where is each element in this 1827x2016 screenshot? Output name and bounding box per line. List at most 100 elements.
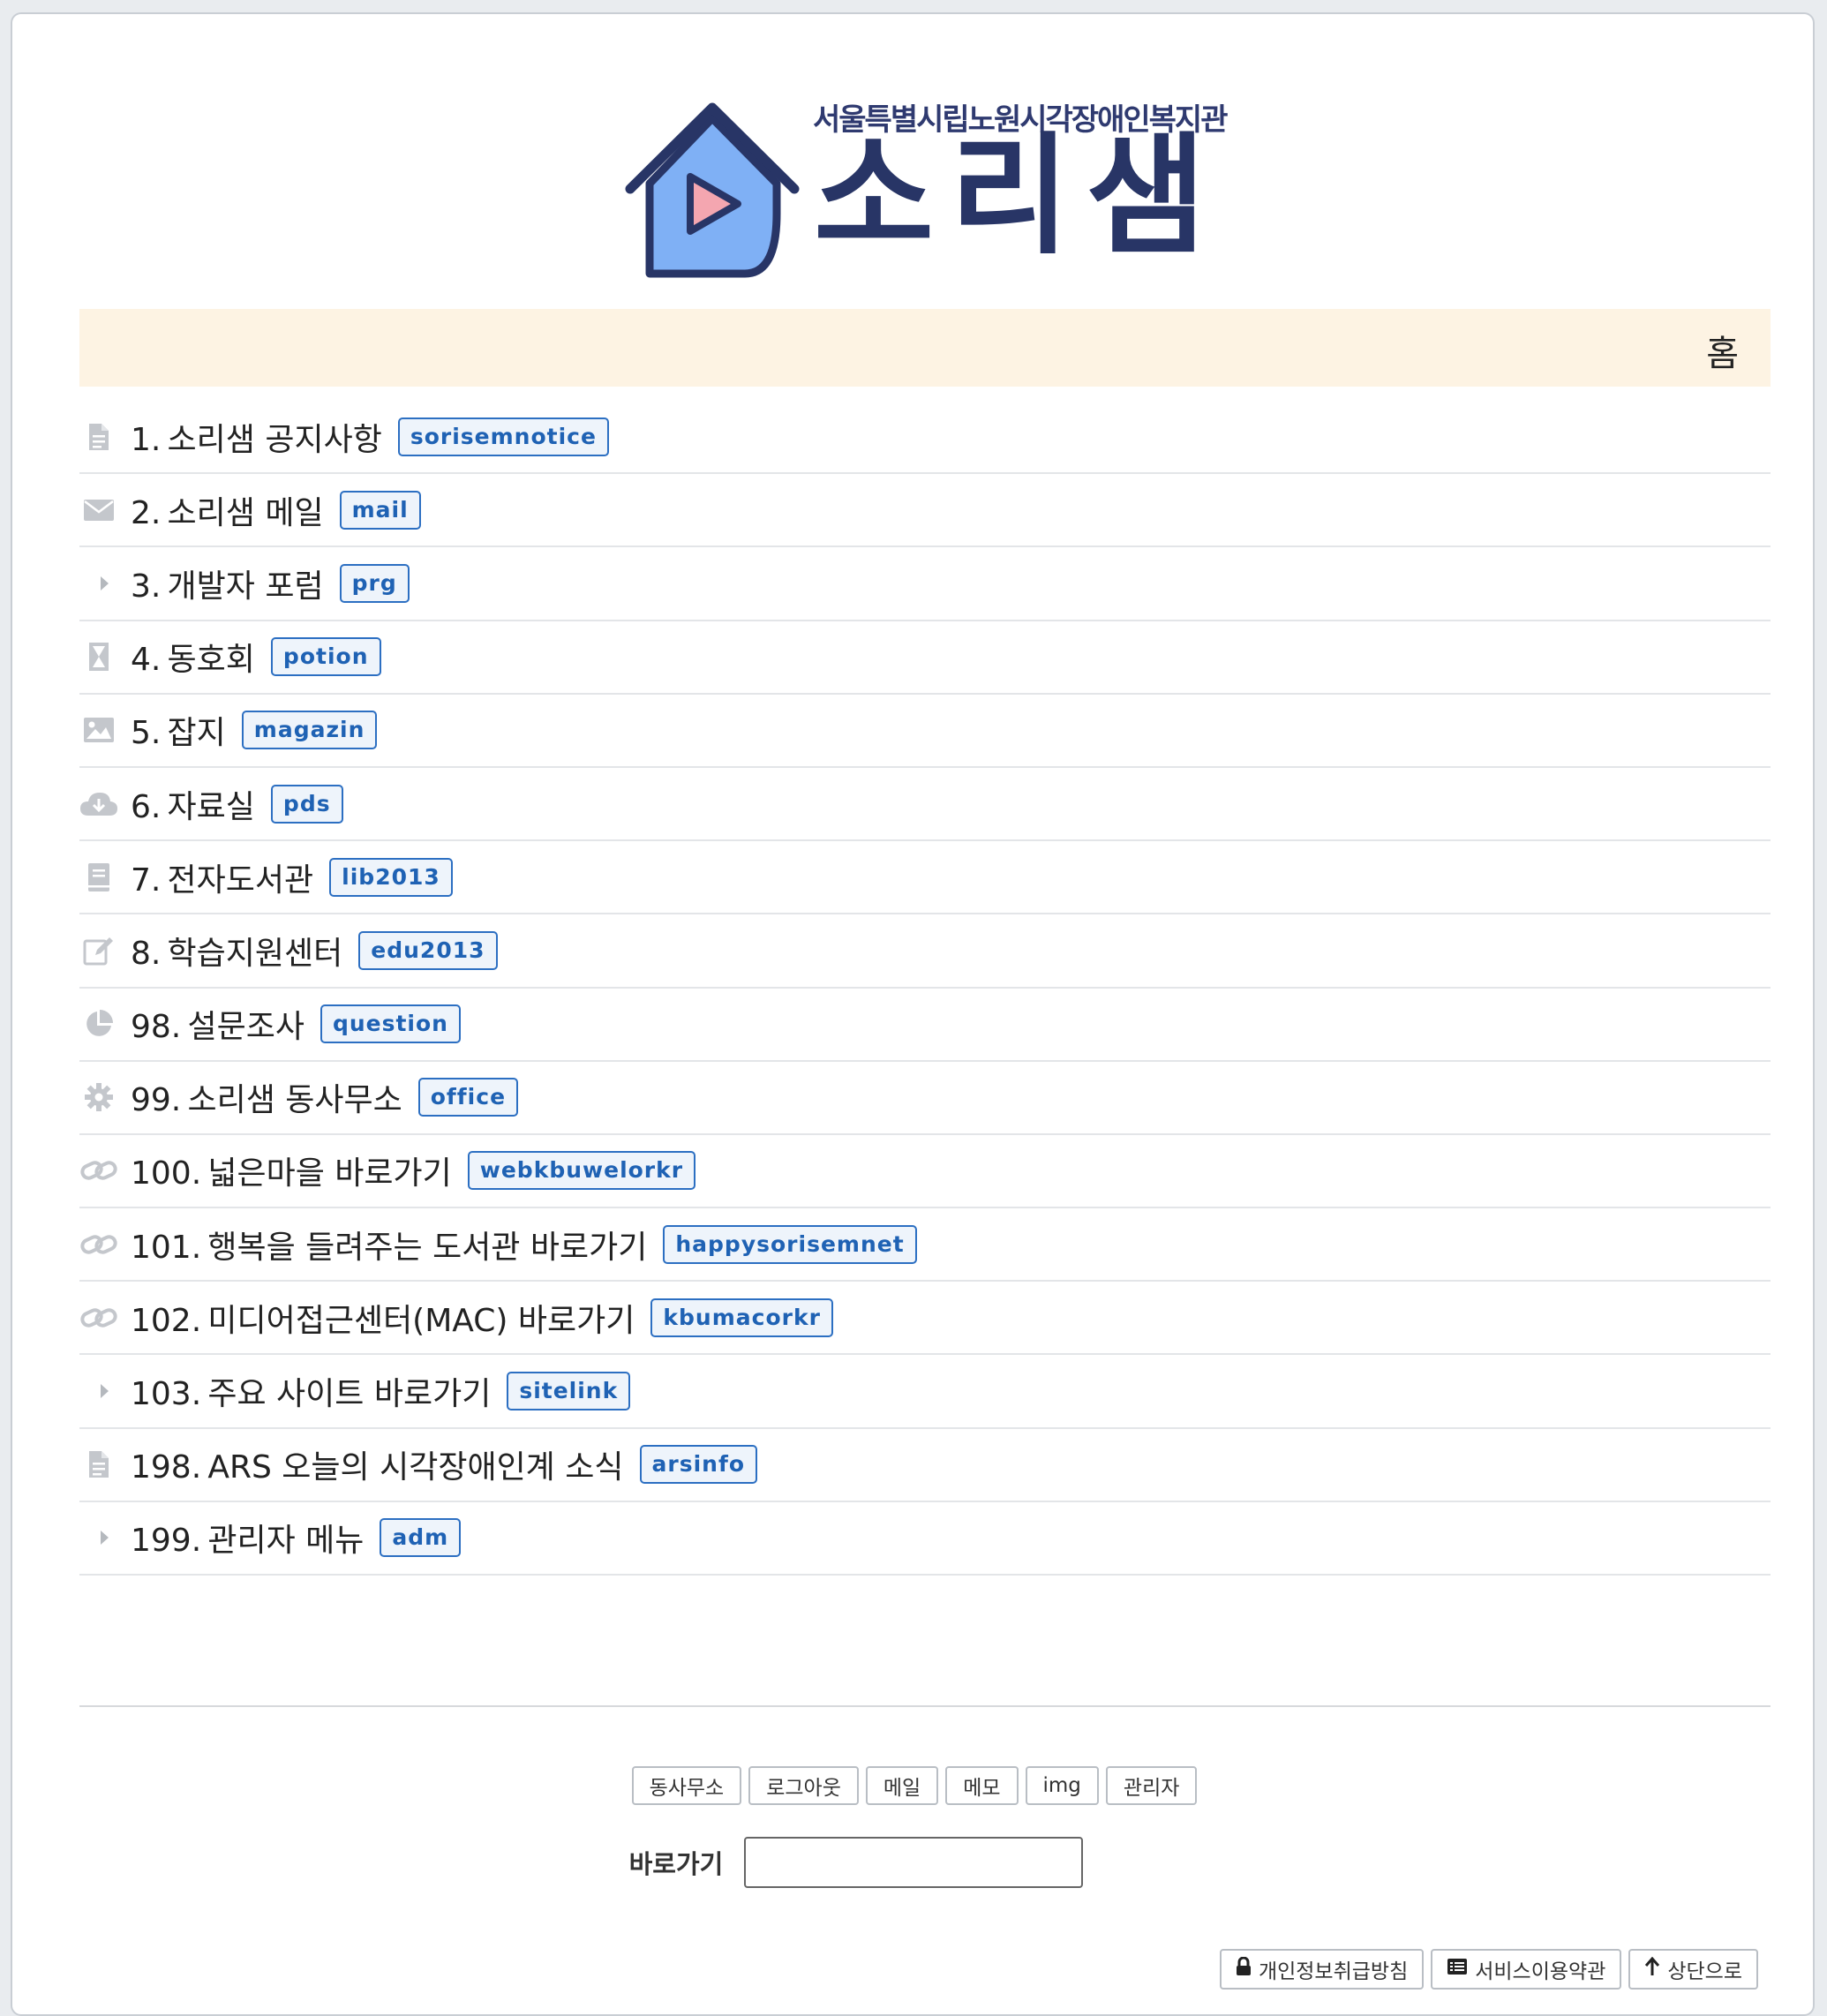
menu-item-label[interactable]: 100. 넓은마을 바로가기 <box>131 1147 452 1193</box>
breadcrumb-home[interactable]: 홈 <box>1706 325 1739 376</box>
menu-item-sorisemnotice[interactable]: 1. 소리샘 공지사항 sorisemnotice <box>79 401 1771 475</box>
document-icon <box>79 1445 118 1484</box>
menu-item-title: 자료실 <box>167 788 255 825</box>
mail-button[interactable]: 메일 <box>865 1766 939 1805</box>
link-icon <box>79 1151 118 1190</box>
img-button[interactable]: img <box>1025 1766 1099 1805</box>
menu-item-title: 소리샘 공지사항 <box>167 421 382 458</box>
menu-item-title: ARS 오늘의 시각장애인계 소식 <box>207 1449 624 1486</box>
menu-item-label[interactable]: 6. 자료실 <box>131 781 255 827</box>
menu-item-potion[interactable]: 4. 동호회 potion <box>79 621 1771 695</box>
menu-item-id-badge: adm <box>380 1518 462 1558</box>
caret-right-icon <box>79 1372 118 1410</box>
menu-item-title: 전자도서관 <box>167 861 314 899</box>
link-icon <box>79 1298 118 1337</box>
menu-item-id-badge: potion <box>270 637 381 677</box>
menu-list: 1. 소리샘 공지사항 sorisemnotice 2. 소리샘 메일 mail 3. 개발자… <box>79 401 1771 1576</box>
privacy-policy-link[interactable]: 개인정보취급방침 <box>1219 1949 1425 1990</box>
menu-item-label[interactable]: 2. 소리샘 메일 <box>131 487 324 533</box>
menu-item-number: 98. <box>131 1009 182 1046</box>
house-logo-icon <box>625 102 800 278</box>
footer-button-group: 동사무소 로그아웃 메일 메모 img 관리자 <box>12 1766 1816 1805</box>
menu-item-id-badge: kbumacorkr <box>650 1298 833 1337</box>
menu-item-id-badge: webkbuwelorkr <box>467 1151 696 1191</box>
hourglass-icon <box>79 637 118 676</box>
menu-item-id-badge: sorisemnotice <box>397 417 609 456</box>
menu-item-label[interactable]: 5. 잡지 <box>131 707 226 753</box>
menu-item-id-badge: lib2013 <box>329 857 453 897</box>
menu-item-label[interactable]: 99. 소리샘 동사무소 <box>131 1074 402 1120</box>
menu-item-arsinfo[interactable]: 198. ARS 오늘의 시각장애인계 소식 arsinfo <box>79 1429 1771 1502</box>
arrow-up-icon <box>1644 1956 1660 1982</box>
logout-button[interactable]: 로그아웃 <box>748 1766 859 1805</box>
menu-item-id-badge: happysorisemnet <box>663 1224 917 1264</box>
shortcut-label: 바로가기 <box>628 1849 724 1879</box>
image-icon <box>79 711 118 749</box>
menu-item-number: 2. <box>131 494 162 531</box>
menu-item-label[interactable]: 102. 미디어접근센터(MAC) 바로가기 <box>131 1295 635 1341</box>
menu-item-number: 3. <box>131 568 162 605</box>
menu-item-number: 99. <box>131 1082 182 1119</box>
menu-item-title: 소리샘 동사무소 <box>187 1082 402 1119</box>
menu-item-id-badge: office <box>417 1078 519 1117</box>
site-logo[interactable]: 서울특별시립노원시각장애인복지관 소리샘 <box>621 94 1239 288</box>
admin-button[interactable]: 관리자 <box>1105 1766 1198 1805</box>
menu-item-id-badge: edu2013 <box>358 930 498 970</box>
menu-item-number: 7. <box>131 861 162 899</box>
cloud-download-icon <box>79 785 118 824</box>
menu-item-label[interactable]: 198. ARS 오늘의 시각장애인계 소식 <box>131 1441 624 1487</box>
menu-item-number: 5. <box>131 715 162 752</box>
menu-item-label[interactable]: 101. 행복을 들려주는 도서관 바로가기 <box>131 1222 647 1268</box>
menu-item-label[interactable]: 8. 학습지원센터 <box>131 928 342 974</box>
lock-icon <box>1236 1956 1252 1982</box>
menu-item-id-badge: arsinfo <box>639 1445 757 1485</box>
menu-item-office[interactable]: 99. 소리샘 동사무소 office <box>79 1062 1771 1135</box>
menu-item-id-badge: question <box>320 1004 461 1044</box>
menu-item-kbumacorkr[interactable]: 102. 미디어접근센터(MAC) 바로가기 kbumacorkr <box>79 1282 1771 1356</box>
menu-item-happysorisemnet[interactable]: 101. 행복을 들려주는 도서관 바로가기 happysorisemnet <box>79 1208 1771 1283</box>
menu-item-number: 4. <box>131 642 162 679</box>
menu-item-title: 개발자 포럼 <box>167 568 324 605</box>
menu-item-number: 1. <box>131 421 162 458</box>
menu-item-prg[interactable]: 3. 개발자 포럼 prg <box>79 547 1771 621</box>
shortcut-input[interactable] <box>744 1837 1084 1888</box>
menu-item-pds[interactable]: 6. 자료실 pds <box>79 768 1771 842</box>
menu-item-label[interactable]: 98. 설문조사 <box>131 1001 304 1047</box>
menu-item-label[interactable]: 3. 개발자 포럼 <box>131 560 324 606</box>
footer-divider <box>79 1705 1771 1707</box>
menu-item-label[interactable]: 199. 관리자 메뉴 <box>131 1515 364 1561</box>
menu-item-id-badge: magazin <box>241 711 378 750</box>
menu-item-id-badge: prg <box>339 563 410 603</box>
menu-item-adm[interactable]: 199. 관리자 메뉴 adm <box>79 1502 1771 1576</box>
menu-item-label[interactable]: 1. 소리샘 공지사항 <box>131 414 382 460</box>
terms-of-service-link[interactable]: 서비스이용약관 <box>1431 1949 1622 1990</box>
menu-item-webkbuwelorkr[interactable]: 100. 넓은마을 바로가기 webkbuwelorkr <box>79 1135 1771 1209</box>
menu-item-number: 8. <box>131 935 162 972</box>
menu-item-id-badge: mail <box>339 490 421 530</box>
back-to-top-link[interactable]: 상단으로 <box>1628 1949 1758 1990</box>
caret-right-icon <box>79 1518 118 1557</box>
footer-link-label: 상단으로 <box>1667 1960 1742 1983</box>
bottom-links: 개인정보취급방침 서비스이용약관 상단으로 <box>1219 1949 1758 1990</box>
menu-item-sitelink[interactable]: 103. 주요 사이트 바로가기 sitelink <box>79 1355 1771 1429</box>
menu-item-lib2013[interactable]: 7. 전자도서관 lib2013 <box>79 841 1771 915</box>
menu-item-edu2013[interactable]: 8. 학습지원센터 edu2013 <box>79 914 1771 989</box>
office-button[interactable]: 동사무소 <box>631 1766 742 1805</box>
menu-item-title: 동호회 <box>167 642 255 679</box>
memo-button[interactable]: 메모 <box>945 1766 1019 1805</box>
pie-chart-icon <box>79 1004 118 1043</box>
menu-item-magazin[interactable]: 5. 잡지 magazin <box>79 695 1771 768</box>
menu-item-number: 6. <box>131 788 162 825</box>
menu-item-mail[interactable]: 2. 소리샘 메일 mail <box>79 474 1771 548</box>
menu-item-title: 설문조사 <box>187 1009 304 1046</box>
book-icon <box>79 858 118 897</box>
menu-item-title: 미디어접근센터(MAC) 바로가기 <box>207 1302 635 1339</box>
gear-icon <box>79 1078 118 1117</box>
menu-item-label[interactable]: 4. 동호회 <box>131 634 255 680</box>
menu-item-question[interactable]: 98. 설문조사 question <box>79 989 1771 1062</box>
footer-link-label: 서비스이용약관 <box>1475 1960 1606 1983</box>
logo-title: 소리샘 <box>814 120 1222 272</box>
menu-item-label[interactable]: 103. 주요 사이트 바로가기 <box>131 1368 491 1414</box>
menu-item-label[interactable]: 7. 전자도서관 <box>131 854 313 900</box>
menu-item-title: 관리자 메뉴 <box>207 1523 365 1560</box>
